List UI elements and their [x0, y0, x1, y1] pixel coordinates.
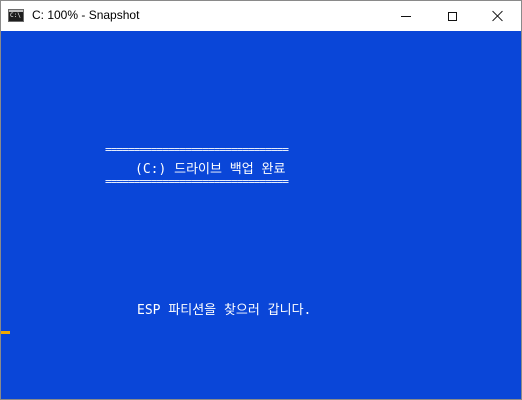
maximize-icon	[447, 11, 457, 21]
console-area[interactable]: ================================ (C:) 드라…	[1, 31, 521, 399]
close-button[interactable]	[475, 1, 521, 31]
banner-rule-bottom: ================================	[105, 176, 289, 188]
window-title: C: 100% - Snapshot	[32, 8, 140, 22]
maximize-button[interactable]	[429, 1, 475, 31]
banner-rule-top: ================================	[105, 144, 289, 156]
text-cursor	[1, 331, 10, 334]
minimize-icon	[401, 15, 411, 17]
minimize-button[interactable]	[383, 1, 429, 31]
console-icon	[8, 9, 24, 22]
close-icon	[492, 10, 504, 22]
title-bar[interactable]: C: 100% - Snapshot	[1, 1, 521, 31]
status-message: ESP 파티션을 찾으러 갑니다.	[137, 303, 312, 318]
snapshot-window: C: 100% - Snapshot =====================…	[0, 0, 522, 400]
